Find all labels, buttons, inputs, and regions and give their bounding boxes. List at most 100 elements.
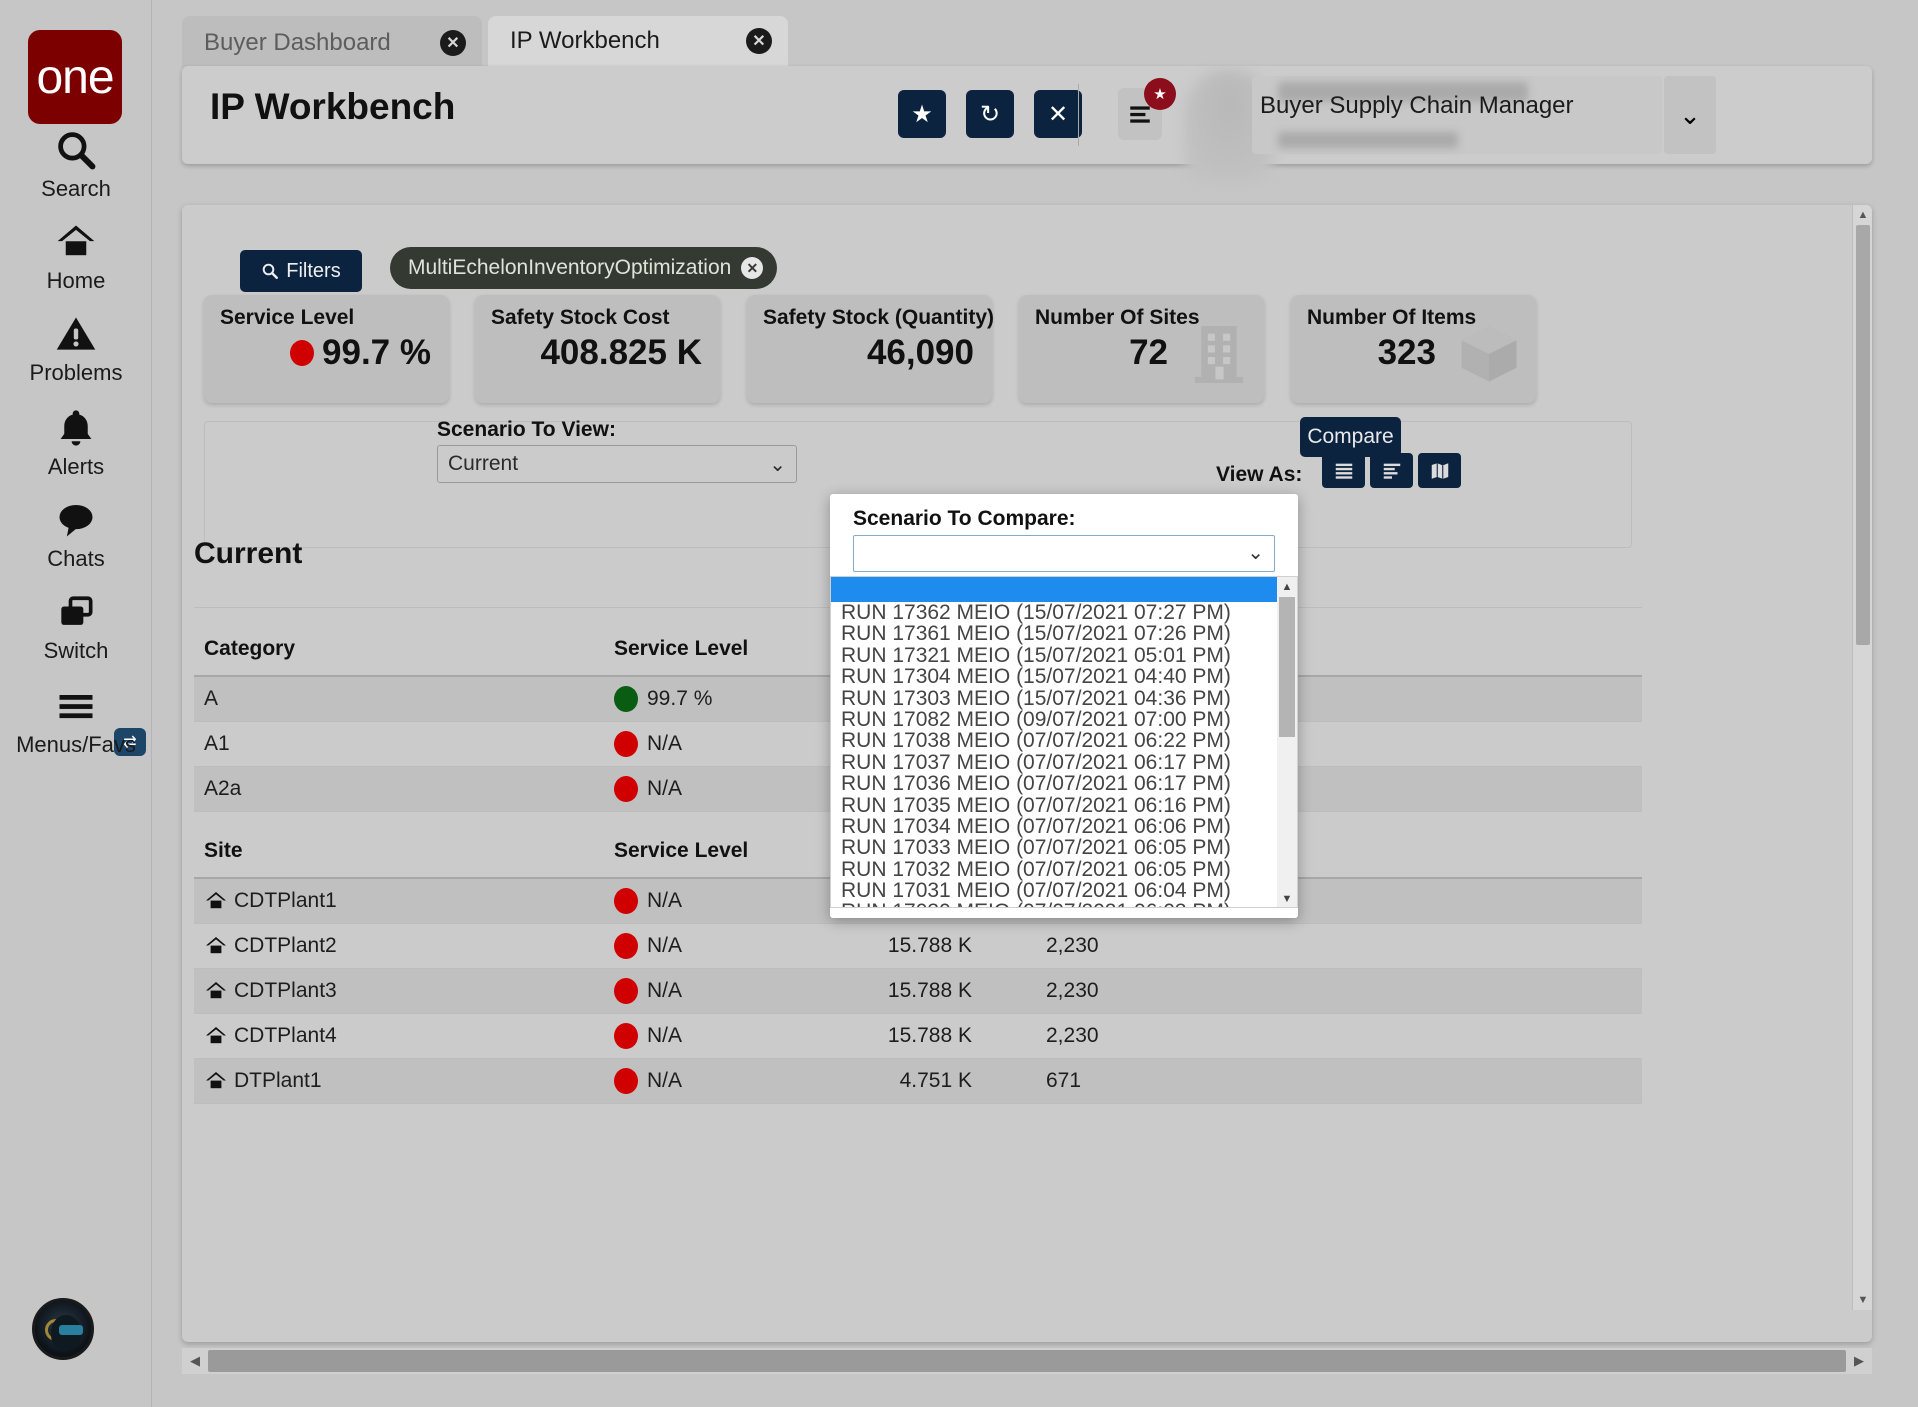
filter-chip-meio[interactable]: MultiEchelonInventoryOptimization ✕	[390, 247, 777, 289]
compare-button[interactable]: Compare	[1300, 417, 1401, 457]
list-item[interactable]: RUN 17037 MEIO (07/07/2021 06:17 PM)	[831, 752, 1279, 773]
service-value: N/A	[647, 889, 682, 913]
search-icon	[261, 262, 279, 280]
list-item[interactable]: RUN 17361 MEIO (15/07/2021 07:26 PM)	[831, 623, 1279, 644]
status-dot	[290, 340, 314, 366]
list-item[interactable]: RUN 17034 MEIO (07/07/2021 06:06 PM)	[831, 816, 1279, 837]
list-item[interactable]: RUN 17304 MEIO (15/07/2021 04:40 PM)	[831, 666, 1279, 687]
refresh-button[interactable]: ↻	[966, 90, 1014, 138]
favorites-badge[interactable]: ★	[1144, 78, 1176, 110]
vertical-scroll-thumb[interactable]	[1856, 225, 1870, 645]
view-as-summary-button[interactable]	[1370, 453, 1413, 488]
close-button[interactable]: ✕	[1034, 90, 1082, 138]
kpi-number-of-items[interactable]: Number Of Items 323	[1291, 295, 1536, 403]
list-item[interactable]: RUN 17321 MEIO (15/07/2021 05:01 PM)	[831, 645, 1279, 666]
sidebar-item-home[interactable]: Home	[0, 220, 152, 294]
scroll-right-arrow-icon[interactable]: ▶	[1846, 1353, 1872, 1369]
site-home-icon	[204, 1024, 228, 1048]
scroll-down-arrow-icon[interactable]: ▼	[1277, 889, 1297, 908]
sidebar-item-problems[interactable]: Problems	[0, 312, 152, 386]
scroll-up-arrow-icon[interactable]: ▲	[1277, 577, 1297, 597]
scenario-to-view-label: Scenario To View:	[437, 418, 616, 442]
sidebar-label: Menus/Favs	[16, 732, 136, 758]
horizontal-scroll-thumb[interactable]	[208, 1350, 1846, 1372]
table-row[interactable]: CDTPlant3 N/A 15.788 K 2,230	[194, 969, 1642, 1014]
tab-ip-workbench[interactable]: IP Workbench ✕	[488, 16, 788, 70]
remove-filter-icon[interactable]: ✕	[741, 257, 763, 279]
building-icon	[1188, 321, 1250, 392]
kpi-value: 99.7 %	[322, 333, 431, 373]
user-role-label: Buyer Supply Chain Manager	[1260, 92, 1574, 120]
list-item[interactable]: RUN 17036 MEIO (07/07/2021 06:17 PM)	[831, 773, 1279, 794]
scroll-left-arrow-icon[interactable]: ◀	[182, 1353, 208, 1369]
service-value: N/A	[647, 732, 682, 756]
tab-strip: Buyer Dashboard ✕ IP Workbench ✕	[152, 0, 1918, 70]
table-row[interactable]: DTPlant1 N/A 4.751 K 671	[194, 1059, 1642, 1104]
list-item[interactable]: RUN 17032 MEIO (07/07/2021 06:05 PM)	[831, 859, 1279, 880]
col-category[interactable]: Category	[194, 637, 614, 661]
sidebar-item-search[interactable]: Search	[0, 128, 152, 202]
scenario-to-view-value: Current	[448, 452, 518, 476]
content-horizontal-scrollbar[interactable]: ◀ ▶	[182, 1348, 1872, 1374]
cell-category: A2a	[194, 777, 614, 801]
close-icon[interactable]: ✕	[440, 30, 466, 56]
user-menu-chevron-down-icon[interactable]: ⌄	[1664, 76, 1716, 154]
close-icon[interactable]: ✕	[746, 28, 772, 54]
filter-chip-label: MultiEchelonInventoryOptimization	[408, 256, 731, 280]
cell-category: A	[194, 687, 614, 711]
scenario-to-compare-select[interactable]: ⌄	[853, 535, 1275, 572]
list-left-icon	[1381, 460, 1403, 482]
sidebar-item-chats[interactable]: Chats	[0, 498, 152, 572]
status-dot	[614, 686, 638, 712]
favorite-button[interactable]: ★	[898, 90, 946, 138]
tab-buyer-dashboard[interactable]: Buyer Dashboard ✕	[182, 16, 482, 70]
list-item[interactable]: RUN 17362 MEIO (15/07/2021 07:27 PM)	[831, 602, 1279, 623]
col-site[interactable]: Site	[194, 839, 614, 863]
app-logo[interactable]: one	[28, 30, 122, 124]
sidebar-item-menus-favs[interactable]: Menus/Favs	[0, 684, 152, 758]
dropdown-scrollbar[interactable]: ▲ ▼	[1277, 577, 1297, 908]
kpi-safety-stock-quantity[interactable]: Safety Stock (Quantity) 46,090	[747, 295, 992, 403]
list-item[interactable]: RUN 17303 MEIO (15/07/2021 04:36 PM)	[831, 688, 1279, 709]
list-item[interactable]	[831, 577, 1279, 602]
view-as-table-button[interactable]	[1322, 453, 1365, 488]
kpi-safety-stock-cost[interactable]: Safety Stock Cost 408.825 K	[475, 295, 720, 403]
content-vertical-scrollbar[interactable]: ▲ ▼	[1852, 205, 1872, 1310]
chevron-down-icon: ⌄	[1247, 540, 1264, 565]
kpi-service-level[interactable]: Service Level 99.7 %	[204, 295, 449, 403]
dropdown-scroll-thumb[interactable]	[1279, 597, 1295, 737]
sidebar-item-switch[interactable]: Switch	[0, 590, 152, 664]
list-item[interactable]: RUN 17031 MEIO (07/07/2021 06:04 PM)	[831, 880, 1279, 901]
kpi-number-of-sites[interactable]: Number Of Sites 72	[1019, 295, 1264, 403]
cell-site: DTPlant1	[194, 1069, 614, 1093]
col-service-level[interactable]: Service Level	[614, 839, 826, 863]
list-item[interactable]: RUN 17038 MEIO (07/07/2021 06:22 PM)	[831, 730, 1279, 751]
warning-icon	[54, 312, 98, 358]
compare-label: Compare	[1307, 425, 1393, 449]
sidebar-label: Chats	[47, 546, 104, 572]
cell-site: CDTPlant3	[194, 979, 614, 1003]
table-row[interactable]: CDTPlant4 N/A 15.788 K 2,230	[194, 1014, 1642, 1059]
scenario-to-compare-label: Scenario To Compare:	[853, 507, 1076, 531]
cell-service-level: 99.7 %	[614, 686, 826, 712]
scroll-down-arrow-icon[interactable]: ▼	[1853, 1290, 1872, 1310]
list-item[interactable]: RUN 17035 MEIO (07/07/2021 06:16 PM)	[831, 795, 1279, 816]
logo-text: one	[36, 50, 113, 105]
scroll-up-arrow-icon[interactable]: ▲	[1853, 205, 1872, 225]
assistant-avatar[interactable]	[32, 1298, 94, 1360]
col-service-level[interactable]: Service Level	[614, 637, 826, 661]
list-item[interactable]: RUN 17030 MEIO (07/07/2021 06:03 PM)	[831, 901, 1279, 908]
scenario-to-view-select[interactable]: Current ⌄	[437, 445, 797, 483]
list-item[interactable]: RUN 17033 MEIO (07/07/2021 06:05 PM)	[831, 837, 1279, 858]
view-as-label: View As:	[1216, 463, 1302, 487]
table-row[interactable]: CDTPlant2 N/A 15.788 K 2,230	[194, 924, 1642, 969]
status-dot	[614, 933, 638, 959]
scenario-option-list[interactable]: RUN 17362 MEIO (15/07/2021 07:27 PM) RUN…	[830, 576, 1298, 908]
list-item[interactable]: RUN 17082 MEIO (09/07/2021 07:00 PM)	[831, 709, 1279, 730]
view-as-map-button[interactable]	[1418, 453, 1461, 488]
avatar-visor	[59, 1325, 83, 1335]
sidebar-item-alerts[interactable]: Alerts	[0, 406, 152, 480]
cell-category: A1	[194, 732, 614, 756]
filters-button[interactable]: Filters	[240, 250, 362, 292]
hamburger-icon	[54, 684, 98, 730]
